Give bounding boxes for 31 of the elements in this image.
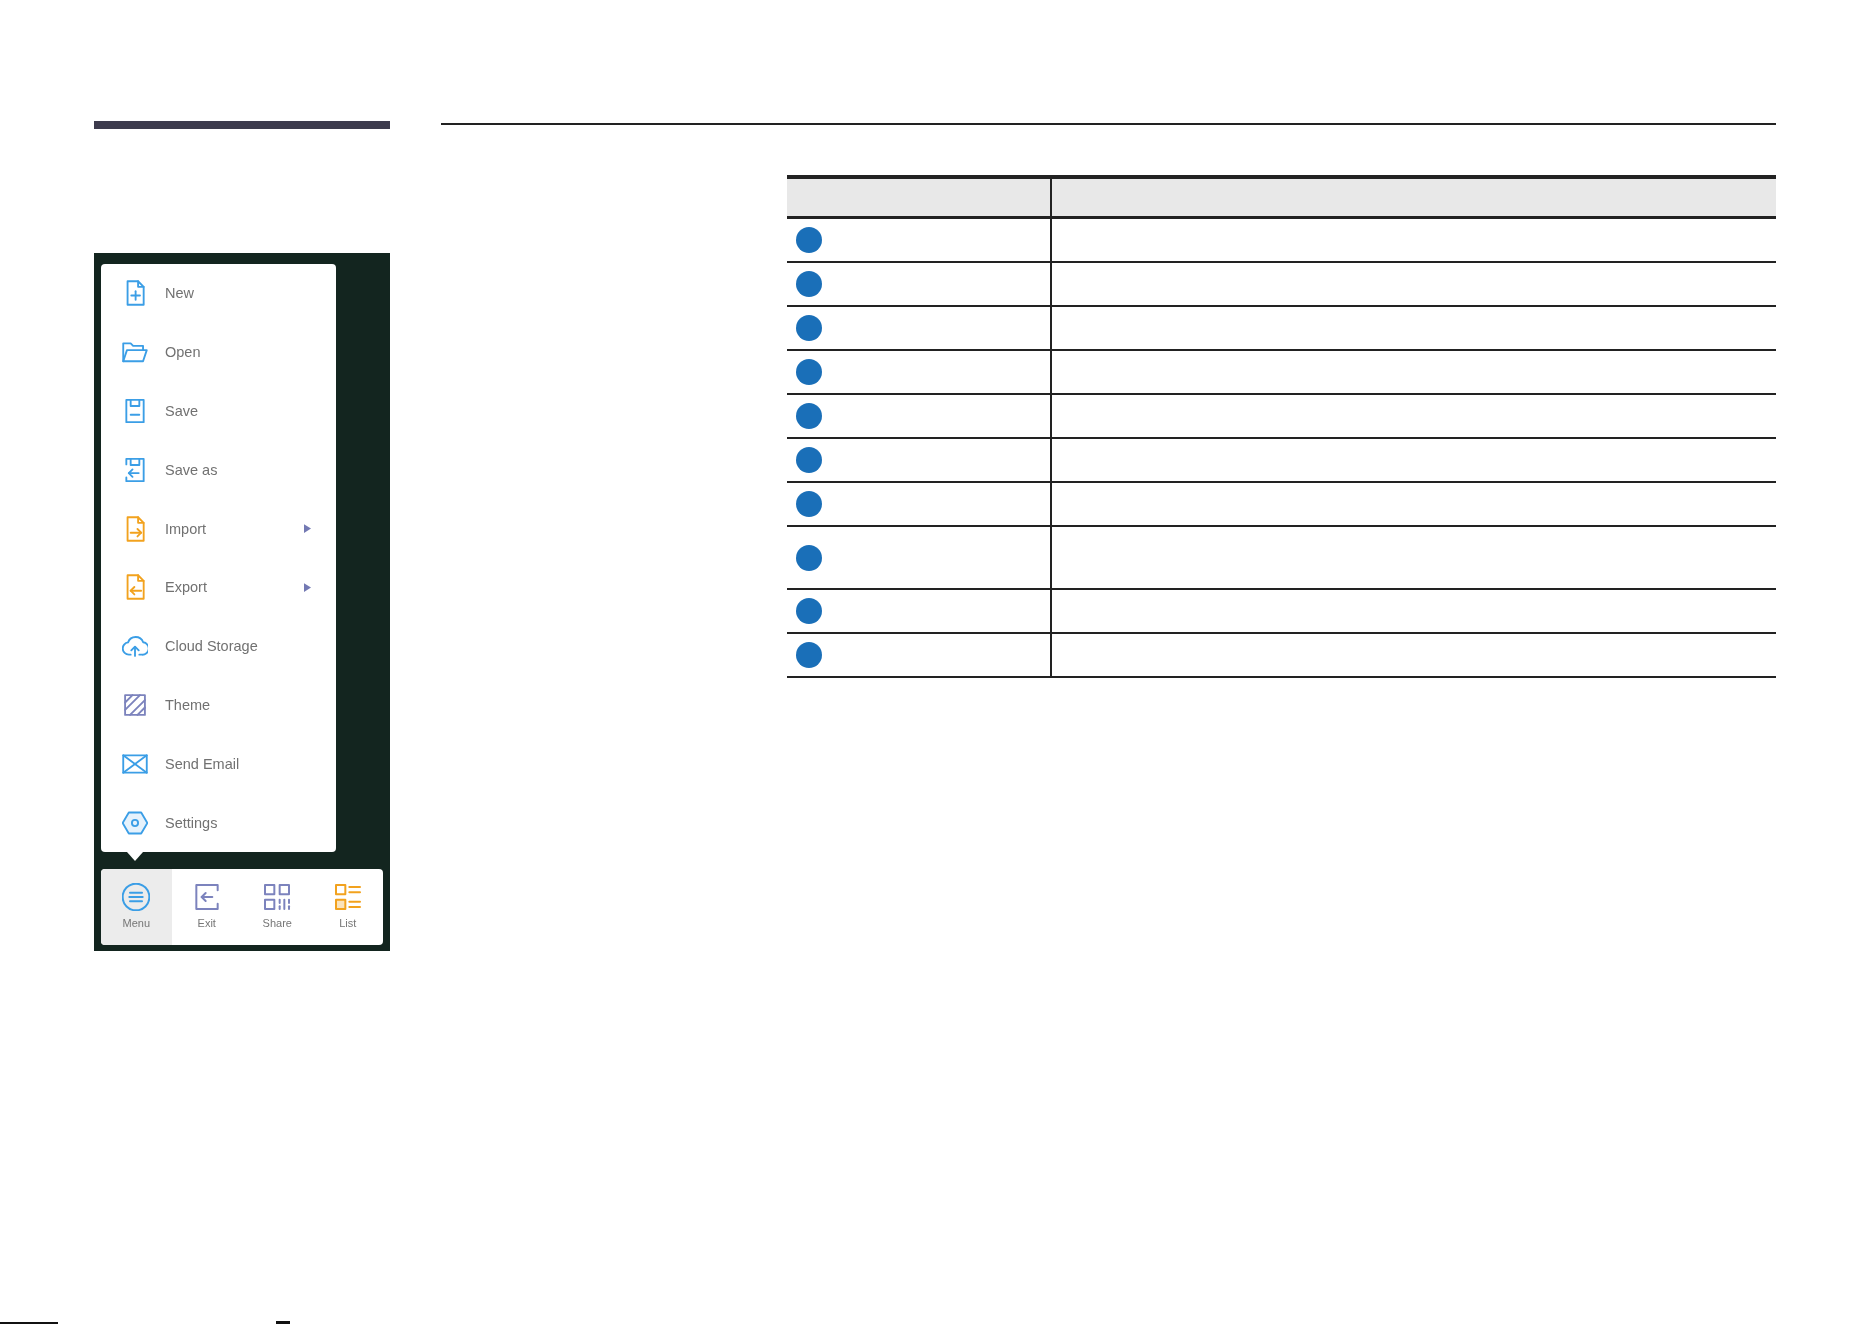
circle-marker-icon xyxy=(796,403,822,429)
toolbar-button[interactable]: Exit xyxy=(171,869,242,945)
toolbar-button[interactable]: Share xyxy=(242,869,313,945)
menu-icon xyxy=(122,883,151,911)
menu-item[interactable]: New xyxy=(101,264,336,323)
menu-item[interactable]: Save xyxy=(101,381,336,441)
circle-marker-icon xyxy=(796,598,822,624)
hatched-square-icon xyxy=(122,691,148,718)
menu-item[interactable]: Theme xyxy=(101,675,336,735)
floppy-disk-arrow-icon xyxy=(122,456,148,483)
circle-marker-icon xyxy=(796,544,822,571)
toolbar-button[interactable]: List xyxy=(312,869,383,945)
menu-item[interactable]: Send Email xyxy=(101,734,336,794)
menu-item[interactable]: Cloud Storage xyxy=(101,616,336,676)
circle-marker-icon xyxy=(796,642,822,668)
qr-code-icon xyxy=(263,883,292,911)
circle-marker-icon xyxy=(796,315,822,341)
menu-item[interactable]: Import xyxy=(101,499,336,558)
menu-item[interactable]: Settings xyxy=(101,793,336,852)
menu-item[interactable]: Open xyxy=(101,322,336,382)
cloud-upload-icon xyxy=(122,633,148,660)
menu-item[interactable]: Save as xyxy=(101,440,336,500)
list-icon xyxy=(333,883,362,911)
settings-icon xyxy=(122,809,148,836)
circle-marker-icon xyxy=(796,491,822,517)
menu-item[interactable]: Export xyxy=(101,558,336,617)
circle-marker-icon xyxy=(796,447,822,473)
toolbar-button[interactable]: Menu xyxy=(101,869,172,945)
circle-marker-icon xyxy=(796,271,822,297)
circle-marker-icon xyxy=(796,359,822,385)
circle-marker-icon xyxy=(796,227,822,253)
